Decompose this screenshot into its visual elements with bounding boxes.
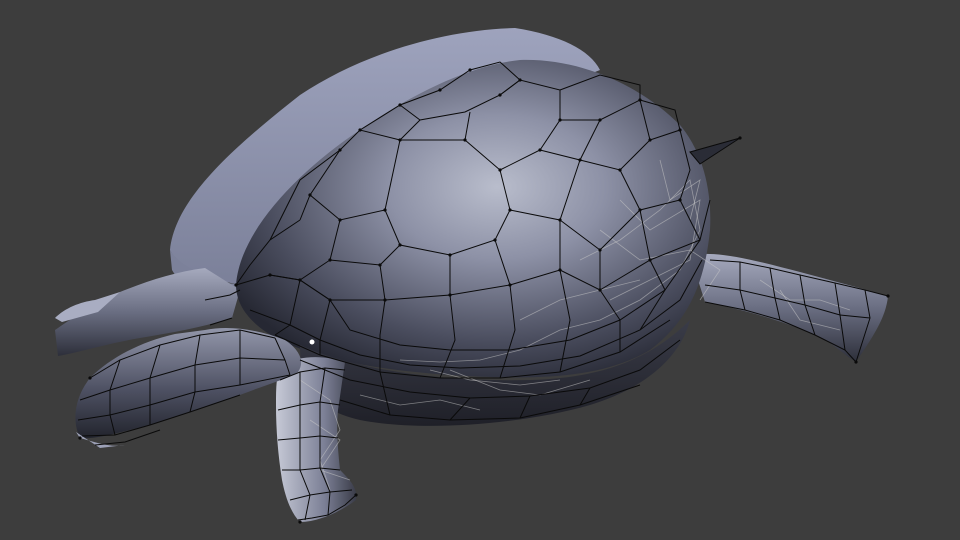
- head-neck: [75, 328, 302, 448]
- shell-spike: [689, 137, 741, 165]
- selected-vertex: [309, 339, 315, 345]
- 3d-viewport[interactable]: [0, 0, 960, 540]
- scene-canvas[interactable]: [0, 0, 960, 540]
